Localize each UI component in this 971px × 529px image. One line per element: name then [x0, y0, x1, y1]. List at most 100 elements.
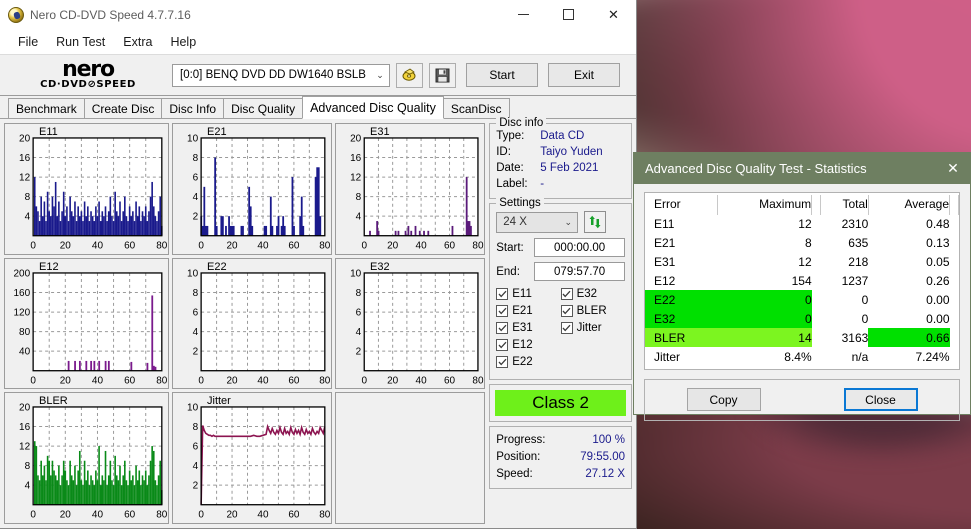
start-button[interactable]: Start: [466, 63, 538, 87]
cell-average: 0.13: [926, 235, 950, 250]
eject-disc-button[interactable]: [396, 62, 423, 88]
svg-text:0: 0: [361, 375, 367, 386]
menu-item-run-test[interactable]: Run Test: [47, 33, 114, 51]
svg-text:80: 80: [319, 375, 331, 386]
tab-disc-info[interactable]: Disc Info: [161, 98, 225, 118]
speed-select[interactable]: 24 X ⌄: [496, 211, 579, 233]
close-icon[interactable]: ✕: [936, 153, 970, 184]
disc-info-date-value: 5 Feb 2021: [540, 162, 599, 174]
close-button[interactable]: Close: [843, 388, 918, 411]
disc-info-row-type: Type: Data CD: [496, 128, 625, 144]
menu-item-extra[interactable]: Extra: [114, 33, 161, 51]
cell-average: 7.24%: [915, 349, 950, 364]
cell-error: E32: [645, 309, 718, 328]
checkbox-spacer-1: [561, 339, 625, 351]
maximize-button[interactable]: [546, 0, 591, 29]
svg-text:80: 80: [156, 510, 168, 521]
tab-scandisc[interactable]: ScanDisc: [442, 98, 510, 118]
end-input[interactable]: 079:57.70: [534, 262, 625, 281]
svg-text:80: 80: [156, 241, 168, 252]
copy-button[interactable]: Copy: [686, 388, 761, 411]
chart-e21-title: E21: [207, 126, 227, 138]
check-icon: [560, 305, 573, 317]
checkbox-bler[interactable]: BLER: [560, 305, 625, 317]
check-icon: [496, 356, 509, 368]
checkbox-e31[interactable]: E31: [496, 322, 560, 334]
tab-disc-quality[interactable]: Disc Quality: [223, 98, 304, 118]
check-icon: [496, 305, 509, 317]
svg-text:40: 40: [257, 375, 269, 386]
check-icon: [560, 322, 573, 334]
cell-average: 0.66: [868, 328, 950, 347]
svg-text:0: 0: [30, 510, 36, 521]
table-header-row: Error Maximum Total Average: [645, 195, 959, 214]
chart-e12: E12 40 80 120 160 200 0 20 40 60 80: [4, 257, 169, 390]
drive-select[interactable]: [0:0] BENQ DVD DD DW1640 BSLB ⌄: [172, 63, 390, 87]
floppy-save-icon: [435, 68, 450, 82]
disc-info-row-date: Date: 5 Feb 2021: [496, 160, 625, 176]
cell-spacer: [950, 309, 959, 328]
svg-text:8: 8: [193, 153, 199, 164]
checkbox-e22[interactable]: E22: [496, 356, 560, 368]
svg-text:10: 10: [187, 403, 199, 414]
menu-item-help[interactable]: Help: [161, 33, 205, 51]
cell-error: E21: [654, 235, 676, 250]
checkbox-e22-label: E22: [512, 356, 533, 368]
refresh-button[interactable]: [584, 211, 607, 233]
chart-plot-jitter: 2 4 6 8 10 0 20 40 60 80: [187, 403, 331, 521]
svg-text:200: 200: [14, 268, 31, 279]
start-field-row: Start: 000:00.00: [496, 238, 625, 257]
close-button[interactable]: ✕: [591, 0, 636, 29]
cell-spacer: [812, 328, 821, 347]
settings-group: Settings 24 X ⌄ Start: 000:00.00 End: 07…: [489, 197, 632, 380]
checkbox-jitter[interactable]: Jitter: [560, 322, 625, 334]
tab-benchmark[interactable]: Benchmark: [8, 98, 85, 118]
svg-text:80: 80: [472, 241, 484, 252]
checkbox-e11[interactable]: E11: [496, 288, 560, 300]
svg-text:8: 8: [193, 422, 199, 433]
svg-text:20: 20: [60, 510, 72, 521]
svg-text:2: 2: [356, 346, 362, 357]
checkbox-e21[interactable]: E21: [496, 305, 560, 317]
disc-info-id-label: ID:: [496, 146, 511, 158]
tab-advanced-disc-quality[interactable]: Advanced Disc Quality: [302, 96, 444, 119]
cell-spacer: [950, 214, 959, 233]
nero-cd-dvd-speed-window: Nero CD-DVD Speed 4.7.7.16 ✕ File Run Te…: [0, 0, 637, 529]
svg-text:10: 10: [187, 268, 199, 279]
statistics-table-body: E11 12 2310 0.48 E21 8 635 0.13 E31 12 218 0.05 E12 1…: [645, 214, 959, 366]
end-label: End:: [496, 265, 520, 278]
cell-average: 0.00: [926, 292, 950, 307]
svg-text:10: 10: [350, 268, 362, 279]
save-results-button[interactable]: [429, 62, 456, 88]
chart-bler-title: BLER: [39, 395, 68, 408]
chart-jitter-title: Jitter: [207, 395, 231, 408]
disc-info-date-label: Date:: [496, 162, 524, 174]
exit-button[interactable]: Exit: [548, 63, 620, 87]
status-box: Progress: 100 % Position: 79:55.00 Speed…: [489, 426, 632, 489]
svg-text:60: 60: [444, 375, 456, 386]
svg-text:8: 8: [25, 192, 31, 203]
svg-text:2: 2: [193, 212, 199, 223]
svg-text:8: 8: [356, 192, 362, 203]
start-input[interactable]: 000:00.00: [534, 238, 625, 257]
cell-spacer: [812, 290, 821, 309]
chart-e32: E32 2 4 6 8 10 0 20 40 60 80: [335, 257, 486, 390]
minimize-button[interactable]: [501, 0, 546, 29]
checkbox-e12[interactable]: E12: [496, 339, 560, 351]
svg-text:80: 80: [19, 327, 31, 338]
chart-e11-title: E11: [39, 126, 58, 138]
chart-plot-e32: 2 4 6 8 10 0 20 40 60 80: [350, 268, 484, 386]
chart-plot-e22: 2 4 6 8 10 0 20 40 60 80: [187, 268, 331, 386]
menu-item-file[interactable]: File: [9, 33, 47, 51]
svg-text:16: 16: [350, 153, 362, 164]
table-row: E21 8 635 0.13: [645, 233, 959, 252]
svg-text:40: 40: [92, 241, 104, 252]
chart-empty-slot: [335, 392, 486, 525]
svg-text:60: 60: [288, 241, 300, 252]
speed-label: Speed:: [496, 468, 533, 480]
cell-total: 3163: [841, 330, 869, 345]
chart-e21: E21 2 4 6 8 10 0 20 40 60 80: [172, 123, 332, 255]
tab-create-disc[interactable]: Create Disc: [83, 98, 163, 118]
status-row-speed: Speed: 27.12 X: [496, 466, 625, 483]
checkbox-e32[interactable]: E32: [560, 288, 625, 300]
